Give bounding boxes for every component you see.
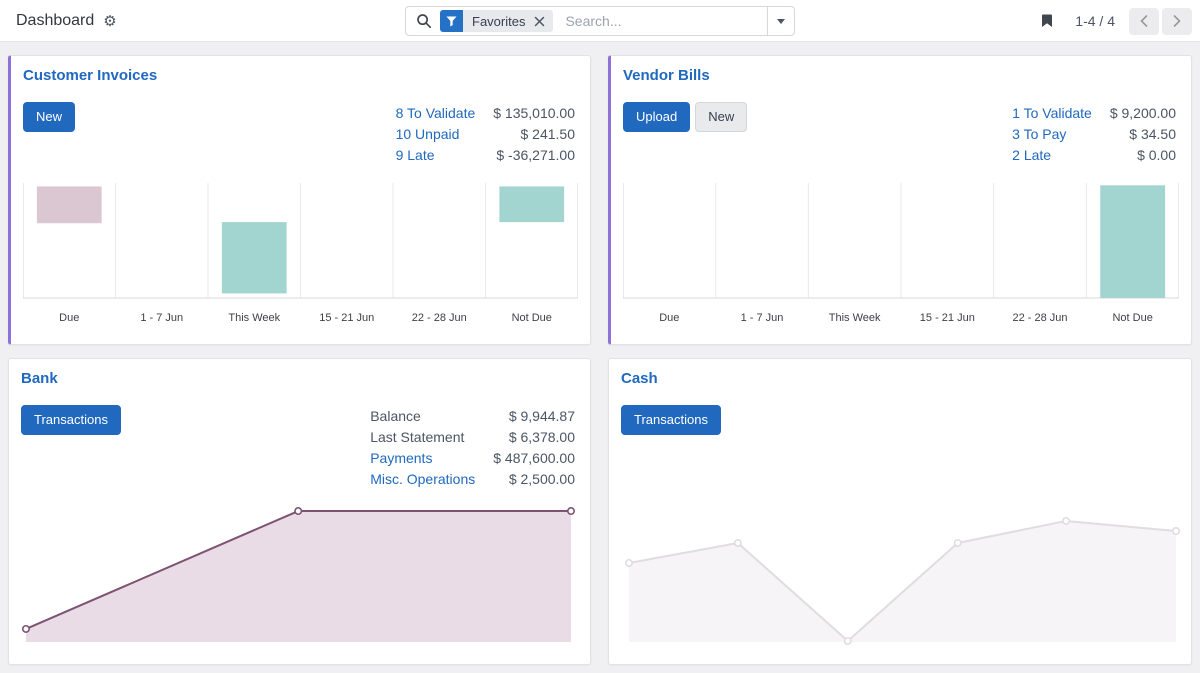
card-title-cash[interactable]: Cash xyxy=(621,370,658,387)
page-title: Dashboard xyxy=(16,12,94,30)
gear-icon[interactable]: ⚙ xyxy=(103,14,116,29)
card-bank[interactable]: Bank Transactions Balance $ 9,944.87 Last … xyxy=(8,358,591,665)
customer-invoices-bar-chart: Due 1 - 7 Jun This Week 15 - 21 Jun 22 - 28 … xyxy=(23,181,578,331)
svg-text:This Week: This Week xyxy=(829,312,881,324)
svg-text:This Week: This Week xyxy=(228,312,280,324)
vendor-bills-bar-chart: Due 1 - 7 Jun This Week 15 - 21 Jun 22 - 28 … xyxy=(623,181,1179,331)
facet-remove-icon[interactable] xyxy=(532,10,553,32)
stat-value: $ 9,944.87 xyxy=(509,406,575,427)
search-bar[interactable]: Favorites Search... xyxy=(405,6,795,36)
stat-value: $ 487,600.00 xyxy=(493,448,575,469)
cash-line-chart xyxy=(629,516,1176,666)
stat-value: $ 34.50 xyxy=(1129,124,1176,145)
svg-text:15 - 21 Jun: 15 - 21 Jun xyxy=(319,312,374,324)
svg-text:Not Due: Not Due xyxy=(1112,312,1152,324)
stat-value: $ 241.50 xyxy=(521,124,576,145)
card-buttons: Transactions xyxy=(21,405,121,435)
stat-label[interactable]: 1 To Validate xyxy=(1012,103,1092,124)
svg-text:15 - 21 Jun: 15 - 21 Jun xyxy=(920,312,975,324)
stat-label: Balance xyxy=(370,406,421,427)
svg-text:1 - 7 Jun: 1 - 7 Jun xyxy=(140,312,183,324)
stat-value: $ 6,378.00 xyxy=(509,427,575,448)
stats-list: 1 To Validate $ 9,200.00 3 To Pay $ 34.50 2 … xyxy=(1012,103,1176,166)
card-customer-invoices[interactable]: Customer Invoices New 8 To Validate $ 135… xyxy=(8,55,591,345)
svg-text:22 - 28 Jun: 22 - 28 Jun xyxy=(1012,312,1067,324)
card-cash[interactable]: Cash Transactions xyxy=(608,358,1192,665)
stat-value: $ 135,010.00 xyxy=(493,103,575,124)
facet-label: Favorites xyxy=(463,10,532,32)
pager-range: 1-4 / 4 xyxy=(1075,13,1115,29)
stat-label[interactable]: Misc. Operations xyxy=(370,469,475,490)
caret-down-icon xyxy=(777,19,785,24)
search-input[interactable]: Search... xyxy=(565,13,621,29)
card-vendor-bills[interactable]: Vendor Bills UploadNew 1 To Validate $ 9,… xyxy=(608,55,1192,345)
stat-value: $ 0.00 xyxy=(1137,145,1176,166)
stat-label[interactable]: 2 Late xyxy=(1012,145,1051,166)
svg-text:22 - 28 Jun: 22 - 28 Jun xyxy=(412,312,467,324)
stat-label[interactable]: Payments xyxy=(370,448,432,469)
search-icon xyxy=(406,13,440,29)
pager-next-button[interactable] xyxy=(1162,8,1192,35)
new-button[interactable]: New xyxy=(23,102,75,132)
accounting-dashboard-screen: Dashboard ⚙ Favorites Search... xyxy=(0,0,1200,673)
stat-label[interactable]: 10 Unpaid xyxy=(396,124,460,145)
breadcrumb: Dashboard ⚙ xyxy=(16,0,117,42)
control-panel: Dashboard ⚙ Favorites Search... xyxy=(0,0,1200,42)
stat-label[interactable]: 3 To Pay xyxy=(1012,124,1066,145)
new-button[interactable]: New xyxy=(695,102,747,132)
filter-icon xyxy=(440,10,463,32)
card-buttons: New xyxy=(23,102,75,132)
stat-label: Last Statement xyxy=(370,427,464,448)
chevron-left-icon xyxy=(1140,15,1148,27)
card-buttons: UploadNew xyxy=(623,102,747,132)
card-buttons: Transactions xyxy=(621,405,721,435)
stats-list: Balance $ 9,944.87 Last Statement $ 6,378.0… xyxy=(370,406,575,490)
svg-text:Not Due: Not Due xyxy=(512,312,552,324)
svg-text:1 - 7 Jun: 1 - 7 Jun xyxy=(741,312,784,324)
svg-text:Due: Due xyxy=(59,312,79,324)
pager-previous-button[interactable] xyxy=(1129,8,1159,35)
pager-buttons xyxy=(1129,8,1192,35)
favorites-facet: Favorites xyxy=(440,10,553,32)
transactions-button[interactable]: Transactions xyxy=(621,405,721,435)
bank-line-chart xyxy=(21,501,571,651)
card-title-customer-invoices[interactable]: Customer Invoices xyxy=(23,67,157,84)
stat-value: $ 2,500.00 xyxy=(509,469,575,490)
card-title-bank[interactable]: Bank xyxy=(21,370,58,387)
stat-label[interactable]: 9 Late xyxy=(396,145,435,166)
stat-value: $ 9,200.00 xyxy=(1110,103,1176,124)
search-dropdown-toggle[interactable] xyxy=(767,7,794,35)
chevron-right-icon xyxy=(1173,15,1181,27)
card-title-vendor-bills[interactable]: Vendor Bills xyxy=(623,67,710,84)
bookmark-icon[interactable] xyxy=(1041,14,1053,28)
pager: 1-4 / 4 xyxy=(1041,0,1192,42)
stat-label[interactable]: 8 To Validate xyxy=(396,103,476,124)
svg-text:Due: Due xyxy=(659,312,679,324)
transactions-button[interactable]: Transactions xyxy=(21,405,121,435)
stats-list: 8 To Validate $ 135,010.00 10 Unpaid $ 241.… xyxy=(396,103,575,166)
upload-button[interactable]: Upload xyxy=(623,102,690,132)
stat-value: $ -36,271.00 xyxy=(496,145,575,166)
